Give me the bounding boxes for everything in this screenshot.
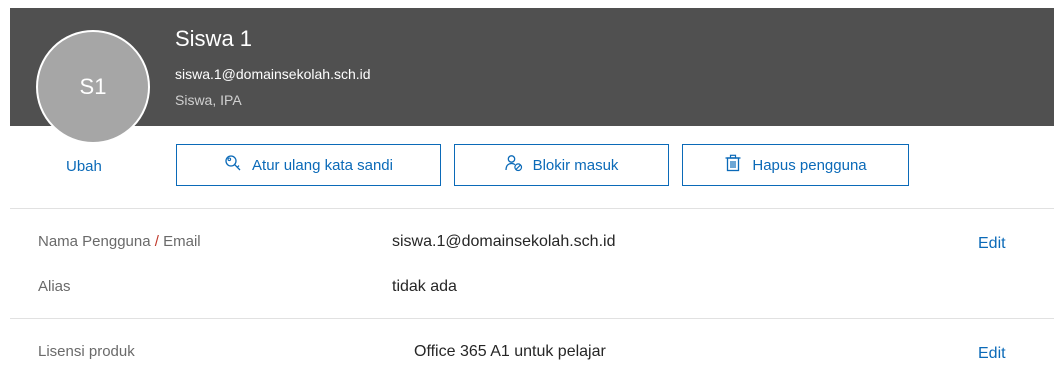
divider xyxy=(10,208,1054,209)
edit-username-link[interactable]: Edit xyxy=(978,235,1006,253)
delete-user-label: Hapus pengguna xyxy=(752,156,867,174)
edit-license-link[interactable]: Edit xyxy=(978,345,1006,363)
reset-password-label: Atur ulang kata sandi xyxy=(252,156,393,174)
profile-header xyxy=(10,8,1054,126)
divider xyxy=(10,318,1054,319)
trash-icon xyxy=(724,154,742,176)
email-label: Email xyxy=(163,233,201,250)
label-separator: / xyxy=(154,233,159,250)
avatar-initials: S1 xyxy=(79,74,107,99)
block-signin-button[interactable]: Blokir masuk xyxy=(454,144,669,186)
person-block-icon xyxy=(504,154,523,176)
reset-password-button[interactable]: Atur ulang kata sandi xyxy=(176,144,441,186)
username-label: Nama Pengguna xyxy=(38,233,151,250)
change-photo-link[interactable]: Ubah xyxy=(66,158,102,175)
license-value: Office 365 A1 untuk pelajar xyxy=(414,343,606,360)
alias-value: tidak ada xyxy=(392,278,457,295)
delete-user-button[interactable]: Hapus pengguna xyxy=(682,144,909,186)
alias-label: Alias xyxy=(38,278,71,295)
license-label: Lisensi produk xyxy=(38,343,135,360)
user-role: Siswa, IPA xyxy=(175,92,242,108)
block-signin-label: Blokir masuk xyxy=(532,156,619,174)
key-search-icon xyxy=(224,154,242,176)
username-email-label: Nama Pengguna / Email xyxy=(38,233,201,250)
user-email: siswa.1@domainsekolah.sch.id xyxy=(175,66,371,82)
username-value: siswa.1@domainsekolah.sch.id xyxy=(392,233,616,250)
avatar[interactable]: S1 xyxy=(36,30,150,144)
user-name: Siswa 1 xyxy=(175,26,253,51)
